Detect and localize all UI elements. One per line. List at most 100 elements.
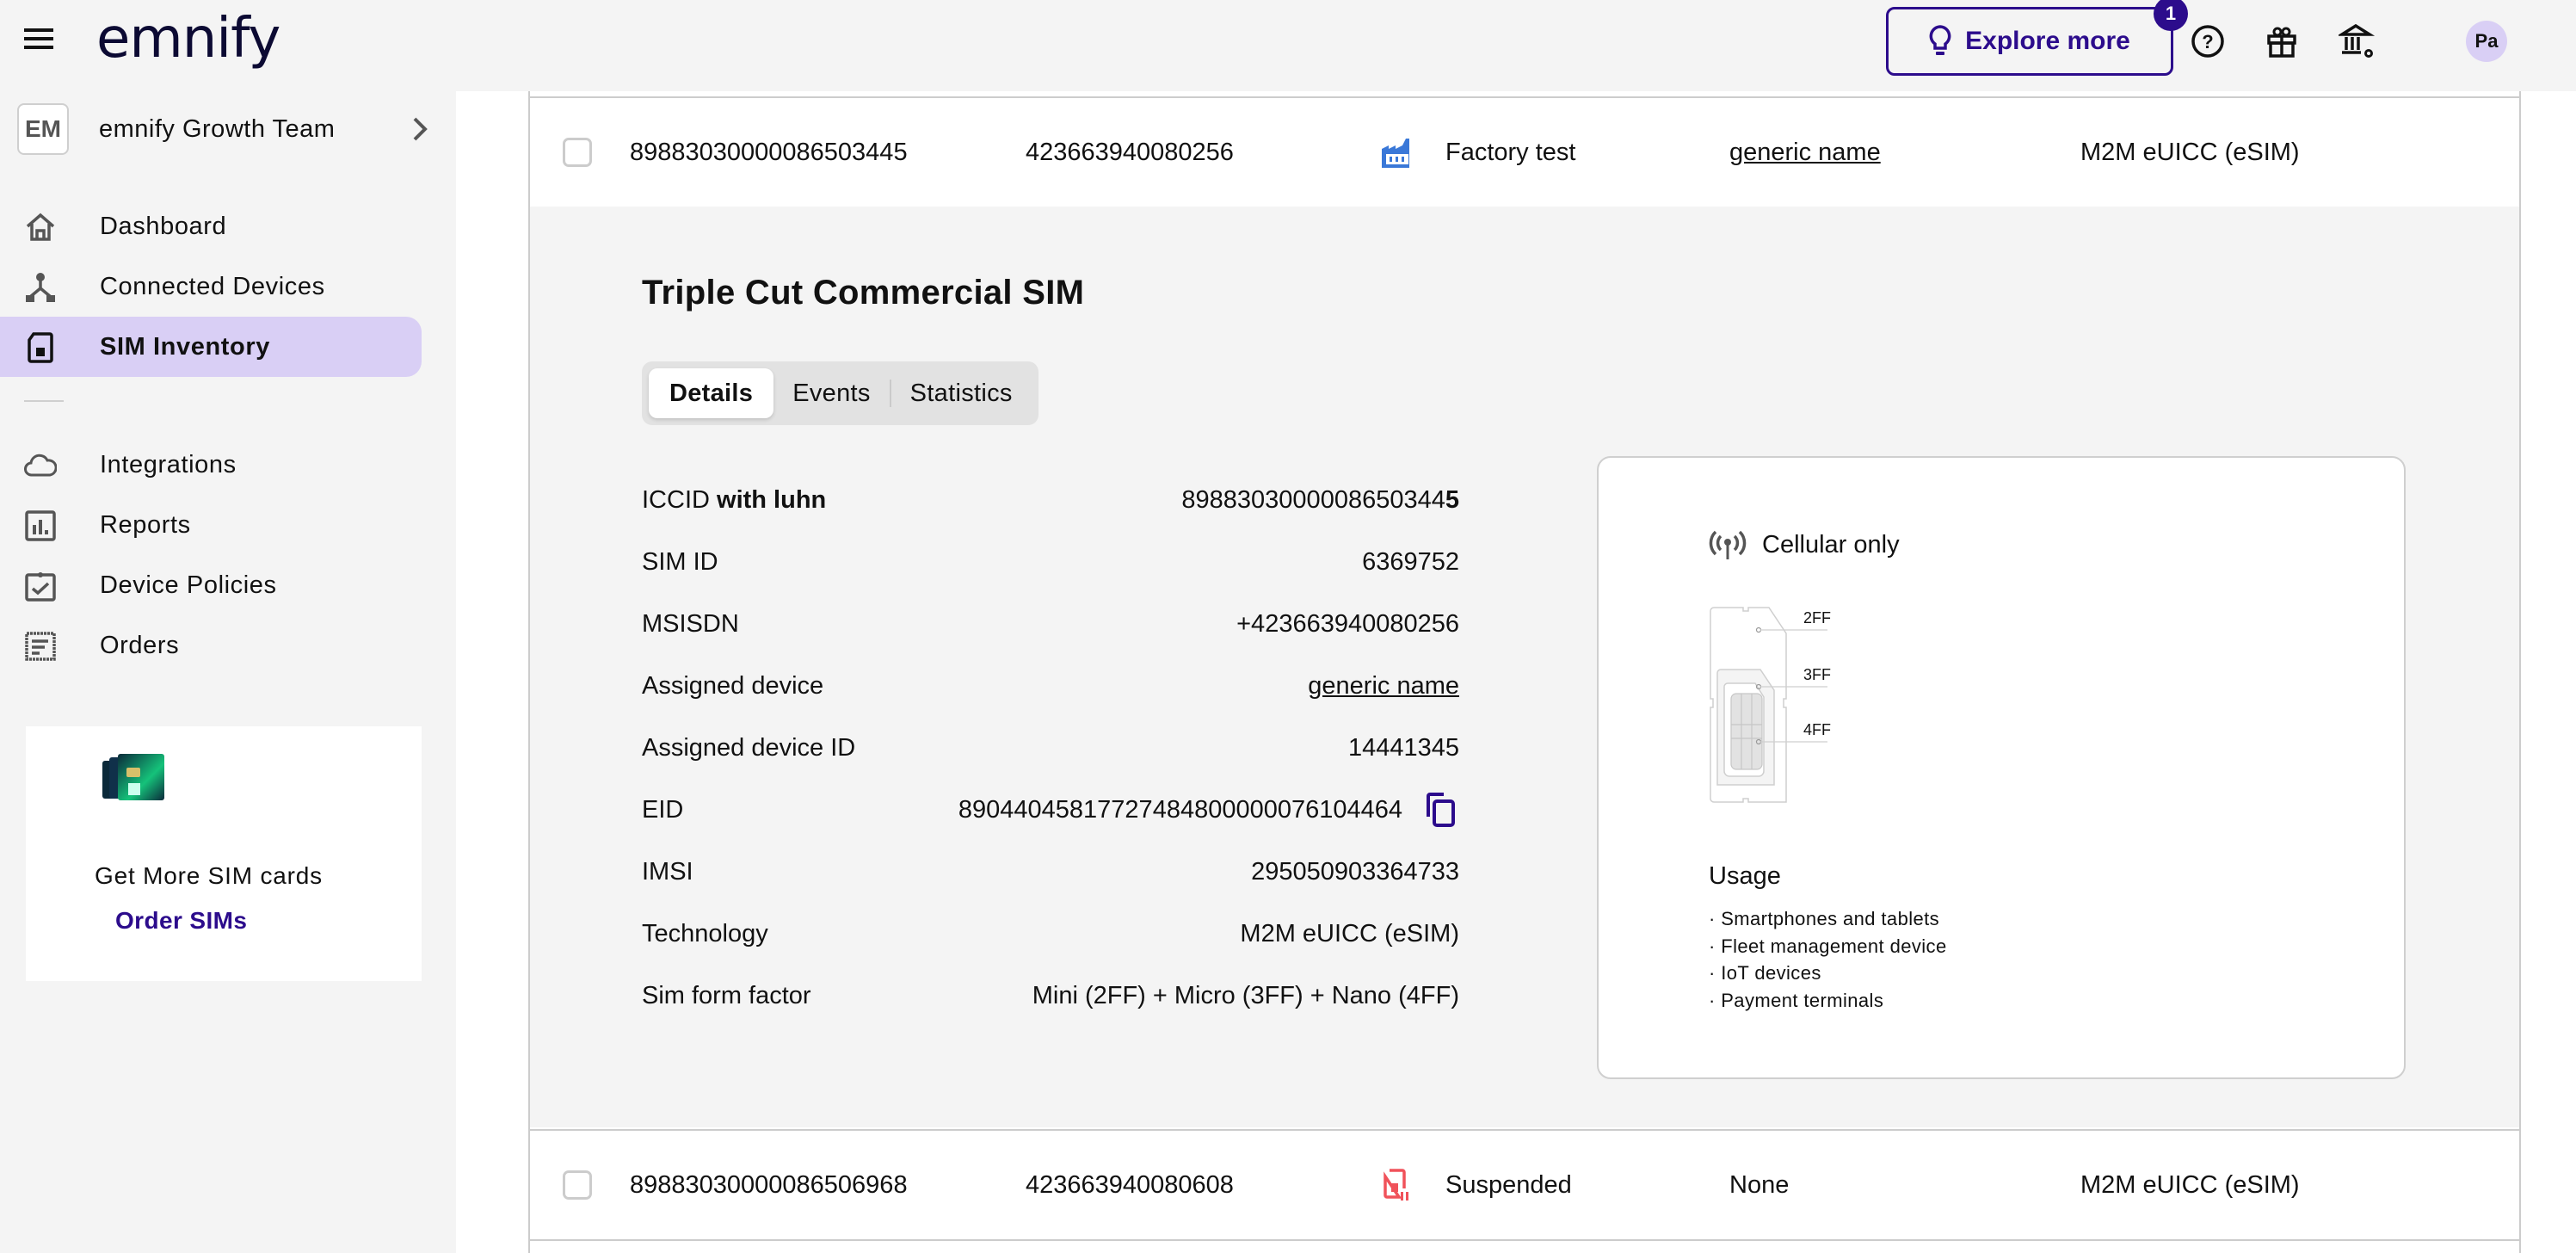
- detail-row-technology: Technology M2M eUICC (eSIM): [642, 912, 1459, 955]
- explore-more-label: Explore more: [1965, 27, 2130, 55]
- sim-info-card: Cellular only 2FF 3FF 4FF Usage · Smartp…: [1597, 456, 2406, 1079]
- technology-cell: M2M eUICC (eSIM): [2080, 138, 2300, 166]
- assigned-device-link[interactable]: generic name: [1308, 672, 1459, 701]
- sidebar-item-label: Dashboard: [100, 212, 227, 240]
- detail-label: Assigned device ID: [642, 733, 856, 762]
- notification-badge: 1: [2154, 0, 2188, 31]
- sidebar-item-label: Connected Devices: [100, 272, 325, 300]
- org-badge: EM: [17, 103, 69, 155]
- sidebar-item-reports[interactable]: Reports: [0, 495, 422, 555]
- sidebar-item-label: Integrations: [100, 450, 237, 478]
- detail-label: MSISDN: [642, 609, 739, 638]
- sidebar-item-connected-devices[interactable]: Connected Devices: [0, 256, 422, 317]
- factory-icon: [1382, 139, 1409, 168]
- clipboard-check-icon: [25, 572, 56, 602]
- table-row[interactable]: 89883030000086506968 423663940080608 Sus…: [530, 1129, 2519, 1241]
- status-cell: Factory test: [1380, 98, 1576, 207]
- status-label: Factory test: [1445, 138, 1576, 166]
- sidebar-item-sim-inventory[interactable]: SIM Inventory: [0, 317, 422, 377]
- device-cell: None: [1729, 1170, 1790, 1199]
- lightbulb-icon: [1929, 25, 1951, 55]
- main-content: 89883030000086503445 423663940080256 Fac…: [456, 91, 2576, 1253]
- luhn-digit: 5: [1445, 485, 1459, 514]
- form-factor-value: Mini (2FF) + Micro (3FF) + Nano (4FF): [1032, 981, 1459, 1009]
- detail-row-assigned-device-id: Assigned device ID 14441345: [642, 726, 1459, 769]
- row-checkbox[interactable]: [563, 1170, 592, 1200]
- technology-cell: M2M eUICC (eSIM): [2080, 1170, 2300, 1199]
- sim-card-icon: [28, 332, 53, 363]
- detail-row-sim-id: SIM ID 6369752: [642, 540, 1459, 583]
- detail-row-assigned-device: Assigned device generic name: [642, 664, 1459, 707]
- help-icon[interactable]: ?: [2189, 22, 2227, 60]
- connectivity-type: Cellular only: [1709, 528, 1900, 561]
- svg-text:?: ?: [2202, 31, 2213, 52]
- iccid-value: 8988303000008650344 5: [1181, 485, 1459, 514]
- detail-row-imsi: IMSI 295050903364733: [642, 850, 1459, 893]
- status-label: Suspended: [1445, 1170, 1572, 1199]
- emnify-logo[interactable]: emnify: [96, 7, 280, 71]
- detail-row-eid: EID 89044045817727484800000076104464: [642, 788, 1459, 831]
- usage-item: · Smartphones and tablets: [1709, 908, 1940, 929]
- status-cell: Suspended: [1380, 1131, 1572, 1239]
- usage-item: · Payment terminals: [1709, 989, 1884, 1011]
- org-name: emnify Growth Team: [99, 114, 336, 143]
- sim-form-factor-diagram: 2FF 3FF 4FF: [1710, 607, 1831, 803]
- sidebar-item-device-policies[interactable]: Device Policies: [0, 555, 422, 615]
- technology-value: M2M eUICC (eSIM): [1240, 919, 1459, 947]
- device-id-value: 14441345: [1347, 733, 1459, 762]
- sim-cards-illustration: [102, 754, 164, 800]
- tab-details[interactable]: Details: [649, 368, 774, 418]
- sidebar-item-label: Device Policies: [100, 571, 277, 599]
- eid-value: 89044045817727484800000076104464: [958, 795, 1402, 824]
- order-sims-link[interactable]: Order SIMs: [115, 907, 247, 935]
- form-label-2ff: 2FF: [1803, 609, 1831, 626]
- sim-detail-title: Triple Cut Commercial SIM: [642, 274, 1085, 312]
- msisdn-value: +423663940080256: [1236, 609, 1459, 638]
- copy-icon[interactable]: [1421, 791, 1459, 829]
- detail-label: ICCID with luhn: [642, 485, 827, 514]
- gift-icon[interactable]: [2263, 22, 2301, 60]
- user-avatar[interactable]: Pa: [2466, 21, 2507, 62]
- sidebar-item-label: Orders: [100, 631, 180, 659]
- sim-suspended-icon: [1384, 1169, 1408, 1201]
- bar-chart-icon: [25, 510, 56, 541]
- top-bar: emnify Explore more 1 ? Pa: [0, 0, 2576, 91]
- usage-list: · Smartphones and tablets · Fleet manage…: [1709, 905, 1947, 1014]
- chevron-right-icon: [413, 117, 428, 141]
- tab-statistics[interactable]: Statistics: [891, 368, 1032, 418]
- usage-item: · Fleet management device: [1709, 935, 1947, 957]
- cloud-icon: [24, 454, 57, 477]
- detail-label: Assigned device: [642, 671, 824, 700]
- row-checkbox[interactable]: [563, 138, 592, 167]
- usage-item: · IoT devices: [1709, 962, 1821, 984]
- sidebar-item-label: SIM Inventory: [100, 332, 270, 361]
- device-link[interactable]: generic name: [1729, 98, 1881, 207]
- detail-row-iccid: ICCID with luhn 8988303000008650344 5: [642, 478, 1459, 522]
- sidebar-item-dashboard[interactable]: Dashboard: [0, 196, 422, 256]
- sidebar-item-integrations[interactable]: Integrations: [0, 435, 422, 495]
- detail-label: Sim form factor: [642, 981, 811, 1009]
- order-sims-promo: Get More SIM cards Order SIMs: [26, 726, 422, 981]
- explore-more-button[interactable]: Explore more: [1886, 7, 2173, 76]
- msisdn-cell: 423663940080256: [1026, 138, 1234, 166]
- detail-label: SIM ID: [642, 547, 718, 576]
- usage-title: Usage: [1709, 862, 1781, 890]
- sidebar: EM emnify Growth Team Dashboard Connecte…: [0, 91, 456, 1253]
- tab-events[interactable]: Events: [773, 368, 889, 418]
- form-label-3ff: 3FF: [1803, 666, 1831, 683]
- organization-switcher[interactable]: EM emnify Growth Team: [17, 103, 430, 155]
- detail-label: EID: [642, 795, 684, 824]
- sim-id-value: 6369752: [1362, 547, 1459, 576]
- form-label-4ff: 4FF: [1803, 721, 1831, 738]
- iccid-cell: 89883030000086506968: [630, 1170, 908, 1199]
- detail-row-msisdn: MSISDN +423663940080256: [642, 602, 1459, 645]
- detail-label: IMSI: [642, 857, 693, 886]
- organization-settings-icon[interactable]: [2339, 22, 2376, 60]
- sidebar-item-orders[interactable]: Orders: [0, 615, 422, 676]
- home-icon: [26, 213, 55, 241]
- table-row[interactable]: 89883030000086503445 423663940080256 Fac…: [530, 96, 2519, 208]
- imsi-value: 295050903364733: [1251, 857, 1459, 886]
- connected-devices-icon: [26, 273, 55, 302]
- antenna-icon: [1709, 530, 1747, 559]
- menu-icon[interactable]: [24, 28, 53, 54]
